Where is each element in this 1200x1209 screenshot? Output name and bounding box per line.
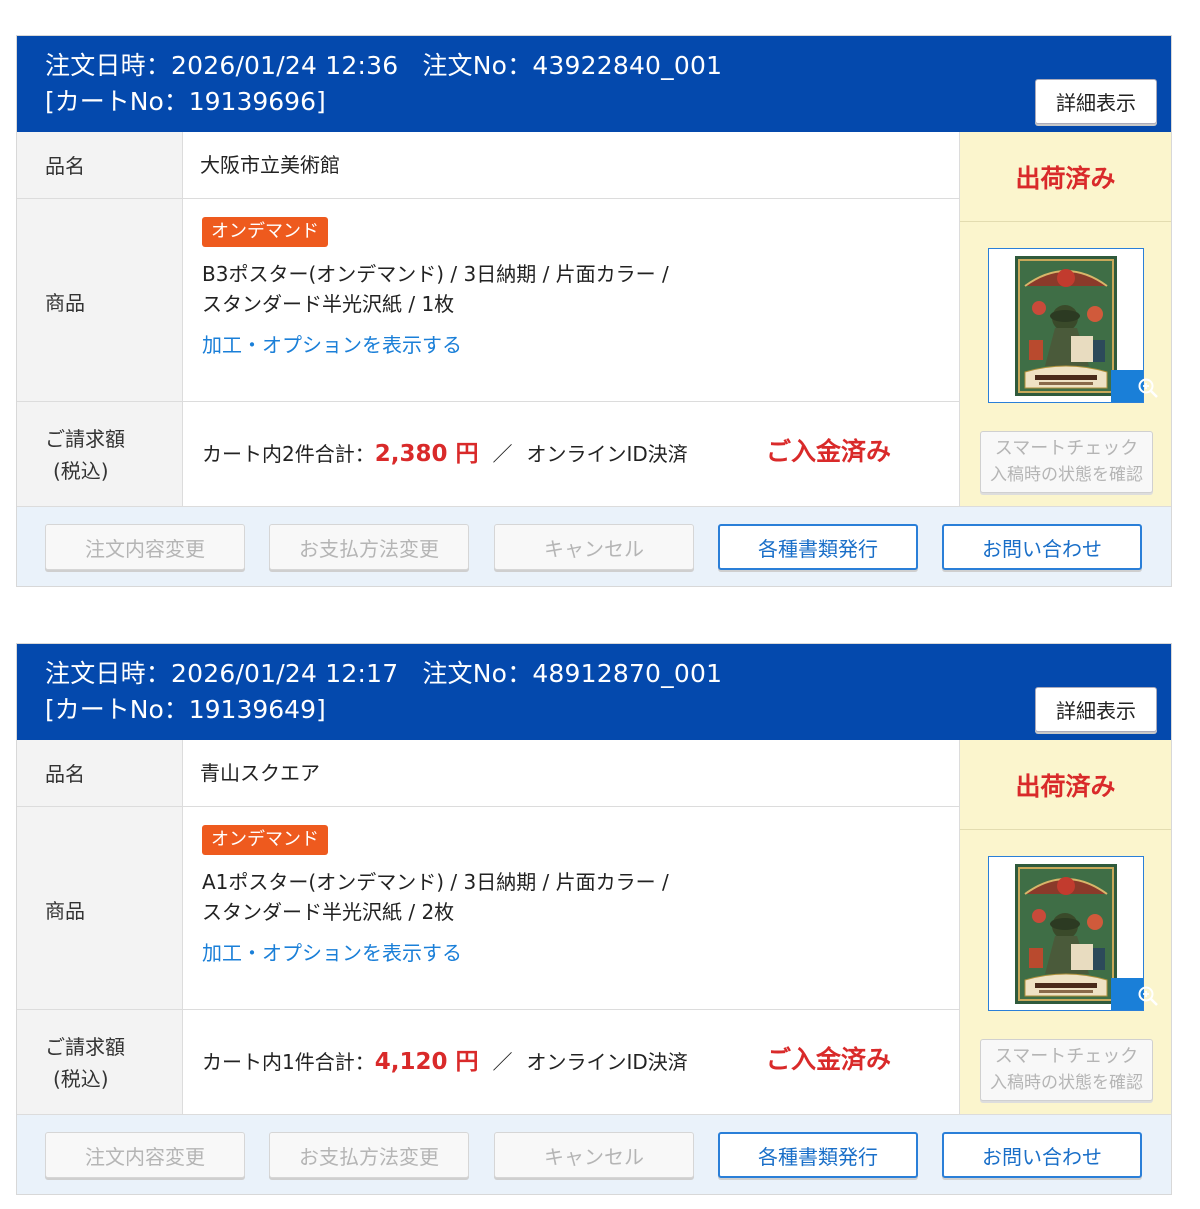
separator: ／ xyxy=(492,442,513,466)
product-spec-line1: B3ポスター(オンデマンド) / 3日納期 / 片面カラー / xyxy=(202,262,669,286)
show-options-link[interactable]: 加工・オプションを表示する xyxy=(202,937,462,966)
smart-check-subtitle: 入稿時の状態を確認 xyxy=(990,465,1143,485)
poster-image xyxy=(1015,256,1117,396)
price-label: ご請求額 xyxy=(45,427,125,451)
change-order-button: 注文内容変更 xyxy=(45,1132,245,1178)
change-order-button: 注文内容変更 xyxy=(45,524,245,570)
smart-check-button: スマートチェック 入稿時の状態を確認 xyxy=(980,431,1153,493)
issue-documents-button[interactable]: 各種書類発行 xyxy=(718,524,918,570)
payment-status: ご入金済み xyxy=(766,437,892,466)
price-line: カート内1件合計：4,120 円 ／ オンラインID決済 xyxy=(202,1042,688,1076)
cart-no: [カートNo：19139696] xyxy=(45,87,326,116)
name-row: 品名 青山スクエア xyxy=(17,740,959,807)
name-value: 青山スクエア xyxy=(200,761,320,785)
product-thumbnail[interactable] xyxy=(988,248,1158,403)
order-header: 注文日時：2026/01/24 12:17 注文No：48912870_001 [… xyxy=(17,644,1171,740)
cancel-button: キャンセル xyxy=(494,1132,694,1178)
product-thumbnail[interactable] xyxy=(988,856,1158,1011)
order-card: 注文日時：2026/01/24 12:36 注文No：43922840_001 [… xyxy=(16,35,1172,587)
order-card: 注文日時：2026/01/24 12:17 注文No：48912870_001 [… xyxy=(16,643,1172,1195)
order-header: 注文日時：2026/01/24 12:36 注文No：43922840_001 [… xyxy=(17,36,1171,132)
order-date: 2026/01/24 12:36 xyxy=(171,51,399,80)
order-date: 2026/01/24 12:17 xyxy=(171,659,399,688)
smart-check-button: スマートチェック 入稿時の状態を確認 xyxy=(980,1039,1153,1101)
detail-button[interactable]: 詳細表示 xyxy=(1035,687,1157,732)
smart-check-subtitle: 入稿時の状態を確認 xyxy=(990,1073,1143,1093)
shipping-status: 出荷済み xyxy=(960,740,1171,830)
order-date-label: 注文日時： xyxy=(45,659,172,688)
smart-check-title: スマートチェック xyxy=(994,438,1139,459)
zoom-in-icon[interactable] xyxy=(1111,978,1158,1010)
separator: ／ xyxy=(492,1050,513,1074)
price-row: ご請求額 (税込) カート内2件合計：2,380 円 ／ オンラインID決済 ご入金… xyxy=(17,402,959,506)
status-panel: 出荷済み スマートチェック 入稿時の状態を確認 xyxy=(959,132,1171,506)
name-label: 品名 xyxy=(45,762,85,786)
contact-button[interactable]: お問い合わせ xyxy=(942,524,1142,570)
cart-no: [カートNo：19139649] xyxy=(45,695,326,724)
name-value: 大阪市立美術館 xyxy=(200,153,340,177)
action-bar: 注文内容変更 お支払方法変更 キャンセル 各種書類発行 お問い合わせ xyxy=(17,1114,1171,1194)
price-row: ご請求額 (税込) カート内1件合計：4,120 円 ／ オンラインID決済 ご入金… xyxy=(17,1010,959,1114)
order-no-label: 注文No： xyxy=(422,659,533,688)
cart-total-label: カート内1件合計： xyxy=(202,1050,375,1074)
issue-documents-button[interactable]: 各種書類発行 xyxy=(718,1132,918,1178)
price-label: ご請求額 xyxy=(45,1035,125,1059)
smart-check-title: スマートチェック xyxy=(994,1046,1139,1067)
poster-image xyxy=(1015,864,1117,1004)
on-demand-badge: オンデマンド xyxy=(202,217,328,247)
product-row: 商品 オンデマンド B3ポスター(オンデマンド) / 3日納期 / 片面カラー … xyxy=(17,199,959,402)
cart-total-label: カート内2件合計： xyxy=(202,442,375,466)
amount: 4,120 円 xyxy=(374,1049,479,1075)
action-bar: 注文内容変更 お支払方法変更 キャンセル 各種書類発行 お問い合わせ xyxy=(17,506,1171,586)
shipping-status: 出荷済み xyxy=(960,132,1171,222)
product-spec-line2: スタンダード半光沢紙 / 2枚 xyxy=(202,900,455,924)
zoom-in-icon[interactable] xyxy=(1111,370,1158,402)
contact-button[interactable]: お問い合わせ xyxy=(942,1132,1142,1178)
order-no-label: 注文No： xyxy=(422,51,533,80)
change-payment-button: お支払方法変更 xyxy=(269,1132,469,1178)
price-line: カート内2件合計：2,380 円 ／ オンラインID決済 xyxy=(202,434,688,468)
product-spec-line2: スタンダード半光沢紙 / 1枚 xyxy=(202,292,455,316)
order-no: 48912870_001 xyxy=(532,659,723,688)
detail-button[interactable]: 詳細表示 xyxy=(1035,79,1157,124)
product-label: 商品 xyxy=(45,899,85,923)
order-date-label: 注文日時： xyxy=(45,51,172,80)
cancel-button: キャンセル xyxy=(494,524,694,570)
tax-included-label: (税込) xyxy=(53,459,109,483)
name-row: 品名 大阪市立美術館 xyxy=(17,132,959,199)
payment-status: ご入金済み xyxy=(766,1045,892,1074)
amount: 2,380 円 xyxy=(374,441,479,467)
payment-method: オンラインID決済 xyxy=(526,1050,688,1074)
status-panel: 出荷済み スマートチェック 入稿時の状態を確認 xyxy=(959,740,1171,1114)
show-options-link[interactable]: 加工・オプションを表示する xyxy=(202,329,462,358)
tax-included-label: (税込) xyxy=(53,1067,109,1091)
order-meta: 注文日時：2026/01/24 12:36 注文No：43922840_001 xyxy=(45,46,722,82)
order-meta: 注文日時：2026/01/24 12:17 注文No：48912870_001 xyxy=(45,654,722,690)
product-label: 商品 xyxy=(45,291,85,315)
payment-method: オンラインID決済 xyxy=(526,442,688,466)
on-demand-badge: オンデマンド xyxy=(202,825,328,855)
order-no: 43922840_001 xyxy=(532,51,723,80)
product-row: 商品 オンデマンド A1ポスター(オンデマンド) / 3日納期 / 片面カラー … xyxy=(17,807,959,1010)
change-payment-button: お支払方法変更 xyxy=(269,524,469,570)
product-spec-line1: A1ポスター(オンデマンド) / 3日納期 / 片面カラー / xyxy=(202,870,669,894)
name-label: 品名 xyxy=(45,154,85,178)
